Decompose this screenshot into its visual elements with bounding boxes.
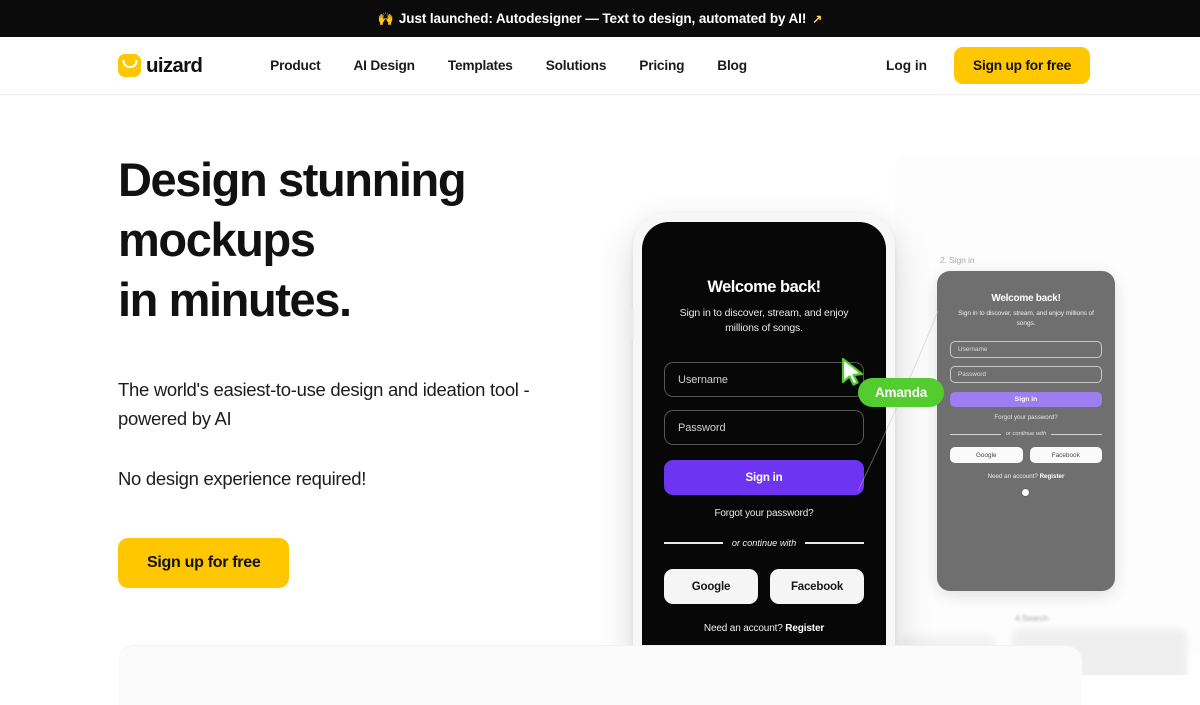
site-header: uizard Product AI Design Templates Solut… xyxy=(0,37,1200,95)
username-input[interactable]: Username xyxy=(664,362,864,397)
nav-item-pricing[interactable]: Pricing xyxy=(639,58,684,73)
artboard-sign-in[interactable]: 2. Sign in Welcome back! Sign in to disc… xyxy=(937,255,1122,591)
register-prefix: Need an account? xyxy=(703,623,786,634)
google-login-button[interactable]: Google xyxy=(664,569,758,604)
raised-hands-icon: 🙌 xyxy=(377,10,394,26)
hero-section: Design stunning mockups in minutes. The … xyxy=(0,95,1200,705)
continue-with-divider: or continue with xyxy=(664,538,864,548)
logo-text: uizard xyxy=(146,53,203,77)
register-link[interactable]: Register xyxy=(785,623,824,634)
screen-subtitle: Sign in to discover, stream, and enjoy m… xyxy=(679,307,849,334)
hero-tagline: No design experience required! xyxy=(118,468,367,489)
artboard-2-username-field[interactable]: Username xyxy=(950,341,1102,358)
artboard-2-label: 2. Sign in xyxy=(940,255,975,265)
artboard-2-signin-button[interactable]: Sign in xyxy=(950,392,1102,407)
nav-item-blog[interactable]: Blog xyxy=(717,58,747,73)
nav-item-templates[interactable]: Templates xyxy=(448,58,513,73)
artboard-2-social-row: Google Facebook xyxy=(950,447,1102,463)
announcement-text: Just launched: Autodesigner — Text to de… xyxy=(398,11,807,26)
artboard-2-subtitle: Sign in to discover, stream, and enjoy m… xyxy=(958,310,1094,327)
bottom-section-card xyxy=(118,645,1082,705)
mockup-stage: 2. Sign in Welcome back! Sign in to disc… xyxy=(600,95,1200,675)
collaborator-cursor[interactable]: Amanda xyxy=(840,357,945,407)
artboard-2-forgot-link[interactable]: Forgot your password? xyxy=(950,414,1102,421)
headline-line-3: in minutes. xyxy=(118,273,352,326)
uizard-logo[interactable]: uizard xyxy=(118,53,203,78)
header-signup-button[interactable]: Sign up for free xyxy=(954,47,1090,84)
register-row: Need an account? Register xyxy=(664,623,864,634)
facebook-login-button[interactable]: Facebook xyxy=(770,569,864,604)
headline-line-1: Design stunning xyxy=(118,153,467,206)
artboard-2-screen[interactable]: Welcome back! Sign in to discover, strea… xyxy=(937,271,1115,591)
hero-subtitle: The world's easiest-to-use design and id… xyxy=(118,379,530,429)
password-input[interactable]: Password xyxy=(664,410,864,445)
artboard-2-password-field[interactable]: Password xyxy=(950,366,1102,383)
artboard-4-label: 4.Search xyxy=(1015,613,1049,623)
hero-signup-button[interactable]: Sign up for free xyxy=(118,538,290,588)
artboard-2-facebook-button[interactable]: Facebook xyxy=(1029,447,1102,463)
uizard-smile-icon xyxy=(118,54,141,77)
page-title: Design stunning mockups in minutes. xyxy=(118,150,588,330)
header-actions: Log in Sign up for free xyxy=(886,47,1090,84)
forgot-password-link[interactable]: Forgot your password? xyxy=(664,508,864,519)
connector-dot[interactable] xyxy=(1022,489,1029,496)
artboard-2-google-button[interactable]: Google xyxy=(950,447,1023,463)
nav-item-ai-design[interactable]: AI Design xyxy=(353,58,415,73)
nav-item-product[interactable]: Product xyxy=(270,58,321,73)
login-link[interactable]: Log in xyxy=(886,58,927,73)
hero-copy: Design stunning mockups in minutes. The … xyxy=(118,150,588,588)
artboard-2-register-row: Need an account? Register xyxy=(950,473,1102,480)
nav-item-solutions[interactable]: Solutions xyxy=(546,58,607,73)
cursor-name-label: Amanda xyxy=(858,378,945,407)
artboard-2-title: Welcome back! xyxy=(991,293,1061,304)
social-login-row: Google Facebook xyxy=(664,569,864,604)
main-navigation: Product AI Design Templates Solutions Pr… xyxy=(270,58,747,73)
artboard-2-register-link[interactable]: Register xyxy=(1040,473,1065,480)
screen-title: Welcome back! xyxy=(707,278,821,296)
artboard-2-divider: or continue with xyxy=(950,431,1102,437)
headline-line-2: mockups xyxy=(118,213,316,266)
announcement-banner[interactable]: 🙌 Just launched: Autodesigner — Text to … xyxy=(0,0,1200,37)
rocket-icon: ↗ xyxy=(812,11,823,26)
signin-button[interactable]: Sign in xyxy=(664,460,864,495)
artboard-2-register-prefix: Need an account? xyxy=(987,473,1040,480)
